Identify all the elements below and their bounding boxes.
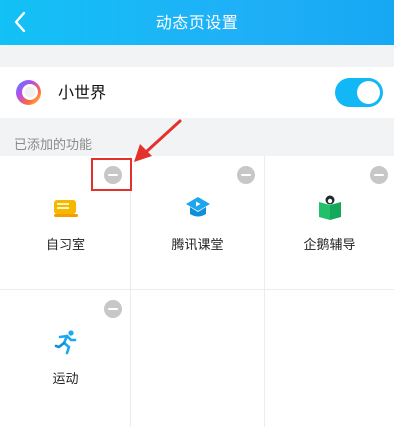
feature-label: 运动 bbox=[52, 372, 79, 387]
feature-grid: 自习室 腾讯课堂 企鹅辅导 运动 bbox=[0, 156, 394, 427]
running-icon bbox=[54, 330, 76, 355]
header-bar: 动态页设置 bbox=[0, 0, 394, 45]
world-logo-icon bbox=[16, 80, 41, 105]
page-title: 动态页设置 bbox=[155, 13, 239, 32]
remove-button[interactable] bbox=[104, 166, 122, 184]
world-setting-row: 小世界 bbox=[0, 67, 394, 118]
remove-button[interactable] bbox=[370, 166, 388, 184]
feature-label: 自习室 bbox=[45, 238, 85, 253]
toggle-knob bbox=[357, 81, 380, 104]
remove-button[interactable] bbox=[237, 166, 255, 184]
section-label: 已添加的功能 bbox=[14, 138, 93, 153]
remove-button[interactable] bbox=[104, 300, 122, 318]
world-label: 小世界 bbox=[58, 83, 107, 102]
world-toggle[interactable] bbox=[335, 78, 383, 107]
study-room-icon bbox=[53, 200, 78, 217]
feature-label: 企鹅辅导 bbox=[303, 238, 356, 253]
feature-label: 腾讯课堂 bbox=[171, 238, 224, 253]
classroom-icon bbox=[185, 197, 210, 217]
tutoring-icon bbox=[318, 195, 341, 220]
